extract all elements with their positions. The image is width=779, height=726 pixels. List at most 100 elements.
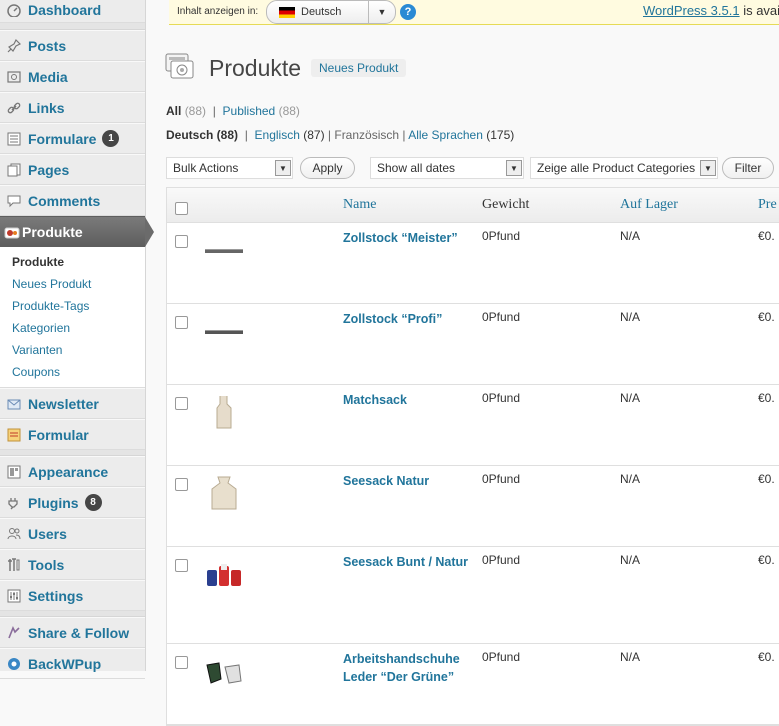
menu-media[interactable]: Media [0, 61, 145, 92]
submenu-kategorien[interactable]: Kategorien [0, 317, 145, 339]
table-row: Zollstock “Meister” 0Pfund N/A €0. [167, 223, 779, 304]
menu-posts[interactable]: Posts [0, 30, 145, 61]
bulk-actions-select[interactable]: Bulk Actions ▼ [166, 157, 293, 179]
update-link[interactable]: WordPress 3.5.1 [643, 3, 740, 18]
submenu-varianten[interactable]: Varianten [0, 339, 145, 361]
product-price: €0. [758, 391, 775, 405]
chevron-down-icon: ▼ [700, 160, 716, 176]
menu-separator [0, 23, 145, 30]
tools-icon [6, 557, 22, 573]
menu-appearance[interactable]: Appearance [0, 456, 145, 487]
filter-englisch[interactable]: Englisch [255, 128, 300, 142]
product-weight: 0Pfund [482, 229, 521, 243]
share-icon [6, 625, 22, 641]
filter-alle-sprachen[interactable]: Alle Sprachen [408, 128, 483, 142]
menu-label: Newsletter [28, 395, 99, 412]
submenu-neues-produkt[interactable]: Neues Produkt [0, 273, 145, 295]
column-price[interactable]: Pre [758, 197, 777, 213]
row-checkbox[interactable] [175, 559, 188, 572]
column-weight: Gewicht [482, 197, 530, 212]
product-thumbnail[interactable] [205, 474, 243, 514]
products-icon [4, 224, 20, 240]
product-price: €0. [758, 229, 775, 243]
dates-value: Show all dates [377, 161, 456, 175]
menu-label: Produkte [22, 223, 83, 240]
product-thumbnail[interactable] [205, 555, 243, 595]
chevron-down-icon: ▼ [275, 160, 291, 176]
comment-icon [6, 193, 22, 209]
column-name[interactable]: Name [343, 197, 376, 213]
menu-users[interactable]: Users [0, 518, 145, 549]
product-stock: N/A [620, 472, 641, 486]
menu-produkte[interactable]: Produkte [0, 216, 154, 247]
filter-all[interactable]: All [166, 104, 181, 118]
pages-icon [6, 162, 22, 178]
product-name-link[interactable]: Seesack Natur [343, 472, 471, 490]
row-checkbox[interactable] [175, 235, 188, 248]
row-checkbox[interactable] [175, 656, 188, 669]
menu-backwpup[interactable]: BackWPup [0, 648, 145, 679]
menu-share-follow[interactable]: Share & Follow [0, 617, 145, 648]
select-all-checkbox[interactable] [175, 202, 188, 215]
menu-dashboard[interactable]: Dashboard [0, 0, 145, 23]
menu-label: BackWPup [28, 655, 102, 672]
table-header: Name Gewicht Auf Lager Pre [167, 188, 779, 223]
product-weight: 0Pfund [482, 553, 521, 567]
language-value: Deutsch [301, 6, 342, 18]
menu-links[interactable]: Links [0, 92, 145, 123]
product-thumbnail[interactable] [205, 231, 243, 271]
chevron-down-icon: ▼ [368, 1, 395, 23]
product-thumbnail[interactable] [205, 652, 243, 692]
update-text: is available [743, 3, 779, 18]
menu-settings[interactable]: Settings [0, 580, 145, 611]
media-icon [6, 69, 22, 85]
dates-select[interactable]: Show all dates ▼ [370, 157, 524, 179]
language-notice-bar: Inhalt anzeigen in: Deutsch ▼ ? WordPres… [169, 0, 779, 25]
menu-pages[interactable]: Pages [0, 154, 145, 185]
product-name-link[interactable]: Zollstock “Meister” [343, 229, 471, 247]
product-name-link[interactable]: Arbeitshandschuhe Leder “Der Grüne” [343, 650, 471, 686]
help-icon[interactable]: ? [400, 4, 416, 20]
product-name-link[interactable]: Seesack Bunt / Natur [343, 553, 471, 571]
filter-franzoesisch: Französisch [334, 128, 400, 142]
product-thumbnail[interactable] [205, 393, 243, 433]
filter-deutsch[interactable]: Deutsch (88) [166, 128, 238, 142]
menu-label: Appearance [28, 463, 109, 480]
backup-icon [6, 656, 22, 672]
table-row: Zollstock “Profi” 0Pfund N/A €0. [167, 304, 779, 385]
add-new-product-button[interactable]: Neues Produkt [311, 59, 407, 77]
categories-select[interactable]: Zeige alle Product Categories ▼ [530, 157, 718, 179]
menu-tools[interactable]: Tools [0, 549, 145, 580]
row-checkbox[interactable] [175, 397, 188, 410]
appearance-icon [6, 464, 22, 480]
bulk-actions-value: Bulk Actions [173, 161, 239, 175]
filter-published[interactable]: Published [223, 104, 276, 118]
submenu-produkte[interactable]: Produkte [0, 251, 145, 273]
language-filter-links: Deutsch (88) | Englisch (87) | Französis… [166, 128, 514, 142]
product-stock: N/A [620, 391, 641, 405]
row-checkbox[interactable] [175, 478, 188, 491]
status-filter-links: All (88) | Published (88) [166, 104, 300, 118]
form-icon [6, 427, 22, 443]
menu-newsletter[interactable]: Newsletter [0, 388, 145, 419]
menu-plugins[interactable]: Plugins 8 [0, 487, 145, 518]
submenu-produkte-tags[interactable]: Produkte-Tags [0, 295, 145, 317]
product-name-link[interactable]: Matchsack [343, 391, 471, 409]
product-stock: N/A [620, 553, 641, 567]
filter-button[interactable]: Filter [722, 157, 774, 179]
table-row: Matchsack 0Pfund N/A €0. [167, 385, 779, 466]
product-thumbnail[interactable] [205, 312, 243, 352]
submenu-coupons[interactable]: Coupons [0, 361, 145, 383]
menu-label: Pages [28, 161, 70, 178]
language-select[interactable]: Deutsch ▼ [266, 0, 396, 24]
product-weight: 0Pfund [482, 310, 521, 324]
row-checkbox[interactable] [175, 316, 188, 329]
link-icon [6, 100, 22, 116]
apply-button[interactable]: Apply [300, 157, 355, 179]
menu-comments[interactable]: Comments [0, 185, 145, 216]
page-title: Produkte [209, 55, 302, 81]
menu-formulare[interactable]: Formulare 1 [0, 123, 145, 154]
menu-formular[interactable]: Formular [0, 419, 145, 450]
column-stock[interactable]: Auf Lager [620, 197, 678, 213]
product-name-link[interactable]: Zollstock “Profi” [343, 310, 471, 328]
